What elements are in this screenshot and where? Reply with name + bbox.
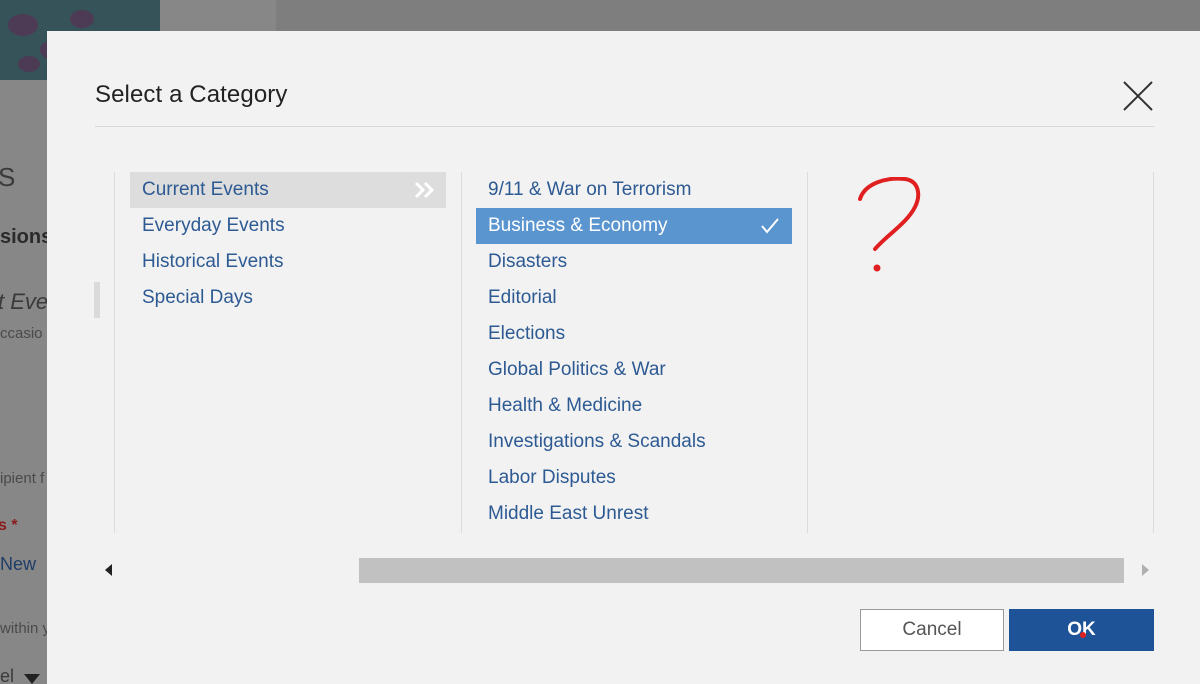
subcategory-label: Global Politics & War [488, 359, 666, 380]
cursor-dot-marker [1080, 632, 1086, 638]
scrollbar-thumb[interactable] [359, 558, 1124, 583]
panel-edge-marker [94, 282, 100, 318]
bg-fragment-7: New [0, 554, 37, 574]
bg-fragment-2: sions [0, 226, 53, 248]
subcategory-label: Middle East Unrest [488, 503, 649, 524]
category-label: Historical Events [142, 251, 284, 272]
subcategory-item-selected[interactable]: Business & Economy [476, 208, 792, 244]
subcategory-label: Labor Disputes [488, 467, 616, 488]
subcategory-item[interactable]: Health & Medicine [476, 388, 792, 424]
subcategory-item[interactable]: Investigations & Scandals [476, 424, 792, 460]
bg-fragment-5: ipient f [0, 470, 45, 487]
double-chevron-right-icon [414, 181, 435, 199]
subcategory-label: 9/11 & War on Terrorism [488, 179, 692, 200]
category-label: Special Days [142, 287, 253, 308]
title-divider [95, 126, 1154, 127]
category-label: Everyday Events [142, 215, 285, 236]
column-separator [807, 172, 808, 533]
bg-fragment-3: t Eve [0, 289, 49, 314]
column-separator [1153, 172, 1154, 533]
close-icon [1123, 81, 1153, 111]
bg-fragment-6: s * [0, 517, 18, 534]
bg-fragment-9: el [0, 666, 15, 684]
subcategory-list: 9/11 & War on Terrorism Business & Econo… [476, 172, 792, 532]
subcategory-item[interactable]: Editorial [476, 280, 792, 316]
subcategory-item[interactable]: Disasters [476, 244, 792, 280]
subcategory-label: Elections [488, 323, 566, 344]
category-item-everyday-events[interactable]: Everyday Events [130, 208, 446, 244]
subcategory-item[interactable]: Middle East Unrest [476, 496, 792, 532]
dialog-title: Select a Category [95, 81, 288, 108]
category-item-historical-events[interactable]: Historical Events [130, 244, 446, 280]
subcategory-item[interactable]: Global Politics & War [476, 352, 792, 388]
category-item-current-events[interactable]: Current Events [130, 172, 446, 208]
checkmark-icon [761, 218, 779, 234]
horizontal-scrollbar[interactable] [97, 555, 1157, 585]
category-item-special-days[interactable]: Special Days [130, 280, 446, 316]
scroll-left-button[interactable] [97, 555, 121, 585]
category-label: Current Events [142, 179, 269, 200]
column-separator [461, 172, 462, 533]
subcategory-label: Investigations & Scandals [488, 431, 706, 452]
bg-fragment-4: ccasio [0, 325, 43, 342]
subcategory-label: Health & Medicine [488, 395, 643, 416]
close-button[interactable] [1121, 79, 1155, 113]
subcategory-item[interactable]: Labor Disputes [476, 460, 792, 496]
category-list: Current Events Everyday Events Historica… [130, 172, 446, 316]
subcategory-label: Disasters [488, 251, 568, 272]
question-mark-annotation [858, 177, 921, 272]
column-separator [114, 172, 115, 533]
triangle-right-icon [1142, 564, 1149, 576]
scroll-right-button[interactable] [1133, 555, 1157, 585]
subcategory-item[interactable]: 9/11 & War on Terrorism [476, 172, 792, 208]
cancel-button[interactable]: Cancel [860, 609, 1004, 651]
bg-fragment-8: within y [0, 620, 51, 637]
category-dialog: Select a Category Current Events Everyda… [47, 31, 1200, 684]
ok-button[interactable]: OK [1009, 609, 1154, 651]
bg-dropdown-icon [24, 674, 40, 684]
subcategory-label: Editorial [488, 287, 557, 308]
triangle-left-icon [105, 564, 112, 576]
subcategory-label: Business & Economy [488, 215, 668, 236]
bg-fragment-1: S [0, 162, 16, 192]
subcategory-item[interactable]: Elections [476, 316, 792, 352]
